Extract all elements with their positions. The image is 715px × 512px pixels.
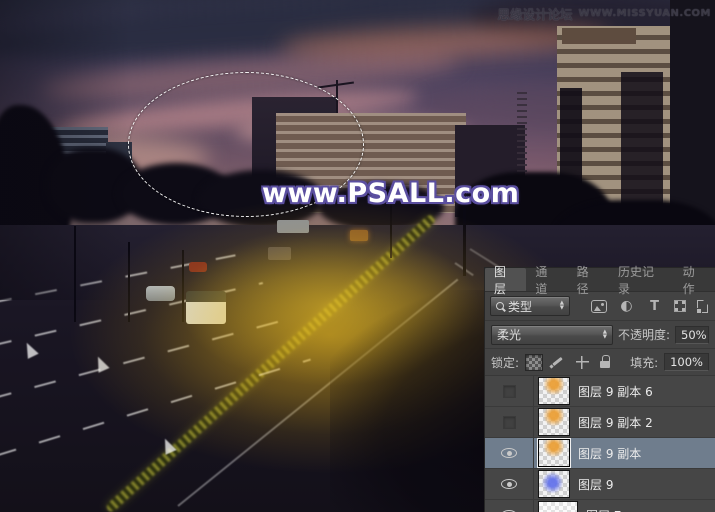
photoshop-workspace: www.PSALL.com 思缘设计论坛 WWW.MISSYUAN.COM 图层… [0,0,715,512]
search-icon [496,302,504,310]
filter-adjustment-layers-icon[interactable] [618,298,635,314]
red-car [189,262,207,272]
rooftop-billboard [562,28,636,44]
lock-row: 锁定: 填充: 100% [485,349,715,376]
white-van [186,291,226,324]
layers-panel: 图层 通道 路径 历史记录 动作 类型 柔光 [484,267,715,512]
layer-row[interactable]: 图层 7 [485,500,715,512]
tab-paths[interactable]: 路径 [568,268,609,291]
car [350,230,368,241]
visibility-toggle[interactable] [485,500,534,512]
thumbnail-image [538,439,570,467]
tab-layers[interactable]: 图层 [485,268,526,291]
blend-mode-value: 柔光 [497,326,521,343]
lock-label: 锁定: [491,354,519,371]
opacity-value-field[interactable]: 50% [675,326,709,344]
lock-transparent-pixels-button[interactable] [525,354,543,371]
filter-shape-layers-icon[interactable] [674,300,686,312]
visibility-toggle[interactable] [485,438,534,468]
lock-position-button[interactable] [573,354,591,371]
tab-channels[interactable]: 通道 [526,268,567,291]
thumbnail-image [538,501,578,512]
utility-pole [182,250,184,322]
top-right-watermark: 思缘设计论坛 WWW.MISSYUAN.COM [498,4,711,23]
hidden-visibility-box [503,385,516,398]
fill-label: 填充: [630,354,658,371]
layer-filter-row: 类型 [485,292,715,321]
car [268,247,291,260]
white-car [146,286,175,301]
thumbnail-image [538,470,570,498]
watermark-site-name: 思缘设计论坛 [498,4,573,23]
watermark-site-url: WWW.MISSYUAN.COM [579,8,711,19]
dropdown-arrows-icon [603,330,607,340]
lock-image-pixels-button[interactable] [549,354,567,371]
corner-vignette [0,0,130,300]
layer-name: 图层 7 [586,507,621,512]
blend-mode-row: 柔光 不透明度: 50% [485,321,715,349]
layer-thumbnail[interactable] [538,408,570,436]
layer-name: 图层 9 [578,476,613,493]
opacity-label: 不透明度: [618,326,670,343]
tab-actions[interactable]: 动作 [674,268,715,291]
layer-row-selected[interactable]: 图层 9 副本 [485,438,715,469]
filter-icon-group [591,298,708,314]
visibility-toggle[interactable] [485,376,534,406]
blend-mode-dropdown[interactable]: 柔光 [491,325,613,345]
layer-name: 图层 9 副本 6 [578,383,653,400]
thumbnail-image [538,408,570,436]
visibility-toggle[interactable] [485,469,534,499]
center-watermark: www.PSALL.com [262,178,519,209]
layer-thumbnail[interactable] [538,501,578,512]
tab-history[interactable]: 历史记录 [609,268,674,291]
lock-all-button[interactable] [597,354,615,371]
layer-list: 图层 9 副本 6 图层 9 副本 2 图层 9 副本 图层 9 图层 7 [485,376,715,512]
bus [277,220,309,233]
layer-thumbnail[interactable] [538,377,570,405]
layer-row[interactable]: 图层 9 副本 2 [485,407,715,438]
hidden-visibility-box [503,416,516,429]
filter-smart-objects-icon[interactable] [697,300,708,313]
filter-type-layers-icon[interactable] [646,298,663,314]
dropdown-arrows-icon [560,301,564,311]
visibility-toggle[interactable] [485,407,534,437]
layer-row[interactable]: 图层 9 [485,469,715,500]
panel-tab-bar: 图层 通道 路径 历史记录 动作 [485,268,715,292]
layer-name: 图层 9 副本 [578,445,641,462]
filter-kind-dropdown[interactable]: 类型 [490,296,570,316]
filter-pixel-layers-icon[interactable] [591,300,607,313]
eye-icon [501,479,517,489]
layer-thumbnail[interactable] [538,470,570,498]
thumbnail-image [538,377,570,405]
layer-name: 图层 9 副本 2 [578,414,653,431]
filter-kind-label: 类型 [508,298,532,315]
fill-value-field[interactable]: 100% [664,353,709,371]
layer-thumbnail[interactable] [538,439,570,467]
layer-row[interactable]: 图层 9 副本 6 [485,376,715,407]
eye-icon [501,448,517,458]
